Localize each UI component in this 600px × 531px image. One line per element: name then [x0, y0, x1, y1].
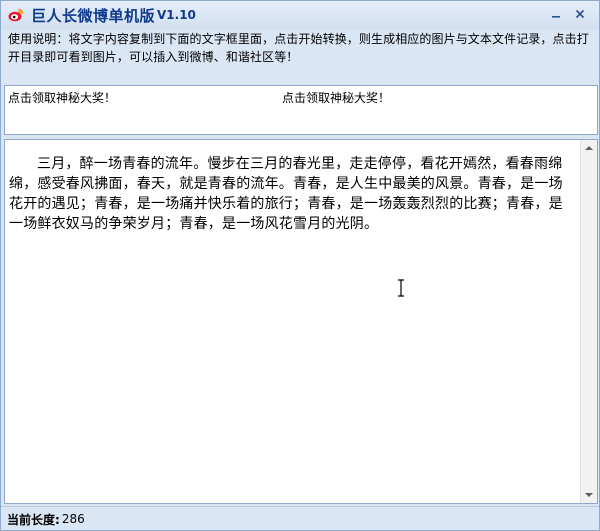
minimize-icon — [552, 16, 560, 18]
promo-panel: 点击领取神秘大奖！ 点击领取神秘大奖！ — [4, 85, 598, 135]
promo-link-left[interactable]: 点击领取神秘大奖！ — [8, 89, 116, 106]
vertical-scrollbar[interactable] — [580, 140, 597, 503]
status-bar: 当前长度: 286 — [1, 506, 599, 531]
app-window: 巨人长微博单机版 V1.10 使用说明：将文字内容复制到下面的文字框里面，点击开… — [0, 0, 600, 531]
window-controls — [547, 6, 589, 22]
text-content[interactable]: 三月，醉一场青春的流年。慢步在三月的春光里，走走停停，看花开嫣然，看春雨绵绵，感… — [9, 154, 575, 234]
minimize-button[interactable] — [547, 6, 565, 22]
usage-instructions: 使用说明：将文字内容复制到下面的文字框里面，点击开始转换，则生成相应的图片与文本… — [8, 32, 589, 64]
status-length-value: 286 — [61, 512, 85, 526]
text-cursor-icon — [397, 279, 405, 297]
window-title: 巨人长微博单机版 — [31, 6, 156, 25]
title-bar[interactable]: 巨人长微博单机版 V1.10 — [1, 1, 599, 29]
text-input-area[interactable]: 三月，醉一场青春的流年。慢步在三月的春光里，走走停停，看花开嫣然，看春雨绵绵，感… — [4, 139, 598, 504]
scroll-up-arrow-icon[interactable] — [581, 140, 597, 156]
window-version: V1.10 — [157, 8, 196, 22]
close-icon — [575, 9, 585, 19]
weibo-logo-icon — [7, 6, 25, 24]
scroll-down-arrow-icon[interactable] — [581, 487, 597, 503]
status-length-label: 当前长度: — [7, 512, 60, 527]
close-button[interactable] — [571, 6, 589, 22]
promo-link-right[interactable]: 点击领取神秘大奖！ — [282, 89, 390, 106]
